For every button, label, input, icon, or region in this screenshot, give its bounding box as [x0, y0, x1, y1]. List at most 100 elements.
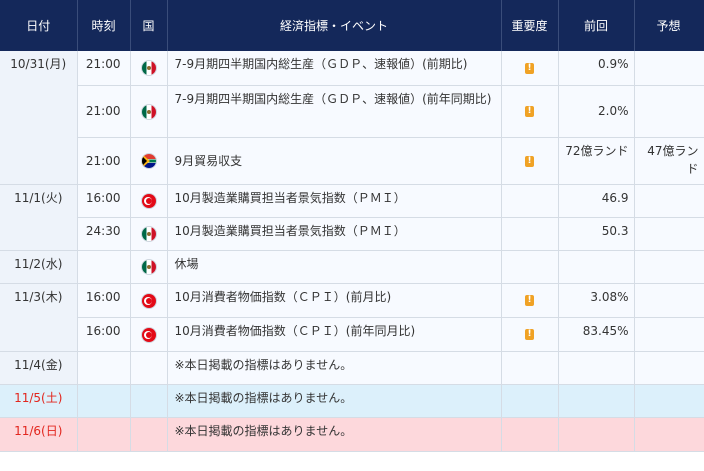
date-cell: 11/4(金) — [0, 351, 78, 385]
importance-icon: ! — [525, 329, 534, 340]
turkey-flag-icon — [141, 194, 156, 208]
economic-calendar-table: 日付 時刻 国 経済指標・イベント 重要度 前回 予想 10/31(月) 21:… — [0, 0, 704, 452]
importance-cell: ! — [501, 137, 559, 185]
south-africa-flag-icon — [141, 154, 156, 168]
time-cell — [77, 384, 131, 418]
time-cell: 21:00 — [77, 51, 131, 86]
importance-cell: ! — [501, 51, 559, 86]
date-cell: 11/1(火) — [0, 184, 78, 251]
previous-cell: 0.9% — [558, 51, 635, 86]
importance-cell — [501, 417, 559, 452]
forecast-cell — [634, 384, 704, 418]
importance-cell: ! — [501, 317, 559, 352]
header-time: 時刻 — [77, 0, 131, 51]
previous-cell: 46.9 — [558, 184, 635, 218]
date-cell: 11/5(土) — [0, 384, 78, 418]
time-cell: 16:00 — [77, 184, 131, 218]
date-cell: 11/6(日) — [0, 417, 78, 452]
forecast-cell — [634, 184, 704, 218]
country-cell — [130, 417, 168, 452]
mexico-flag-icon — [141, 260, 156, 274]
event-cell: 9月貿易収支 — [167, 137, 502, 185]
country-cell — [130, 137, 168, 185]
previous-cell: 50.3 — [558, 217, 635, 251]
importance-cell: ! — [501, 283, 559, 318]
country-cell — [130, 250, 168, 284]
previous-cell — [558, 384, 635, 418]
importance-cell — [501, 217, 559, 251]
time-cell — [77, 250, 131, 284]
forecast-cell — [634, 351, 704, 385]
table-row: 24:30 10月製造業購買担当者景気指数（ＰＭＩ） 50.3 — [0, 217, 704, 251]
date-cell: 11/2(水) — [0, 250, 78, 284]
header-country: 国 — [130, 0, 168, 51]
mexico-flag-icon — [141, 104, 156, 119]
previous-cell: 3.08% — [558, 283, 635, 318]
country-cell — [130, 384, 168, 418]
table-row: 11/2(水) 休場 — [0, 250, 704, 284]
header-importance: 重要度 — [501, 0, 559, 51]
country-cell — [130, 217, 168, 251]
country-cell — [130, 184, 168, 218]
header-previous: 前回 — [558, 0, 635, 51]
forecast-cell — [634, 317, 704, 352]
header-event: 経済指標・イベント — [167, 0, 502, 51]
importance-cell: ! — [501, 85, 559, 138]
table-row: 16:00 10月消費者物価指数（ＣＰＩ）(前年同月比) ! 83.45% — [0, 317, 704, 352]
time-cell: 24:30 — [77, 217, 131, 251]
importance-cell — [501, 250, 559, 284]
turkey-flag-icon — [141, 293, 156, 308]
importance-cell — [501, 351, 559, 385]
header-row: 日付 時刻 国 経済指標・イベント 重要度 前回 予想 — [0, 0, 704, 51]
date-cell: 10/31(月) — [0, 51, 78, 185]
table-row: 11/3(木) 16:00 10月消費者物価指数（ＣＰＩ）(前月比) ! 3.0… — [0, 283, 704, 352]
time-cell — [77, 417, 131, 452]
mexico-flag-icon — [141, 227, 156, 241]
country-cell — [130, 351, 168, 385]
table-row: 11/6(日) ※本日掲載の指標はありません。 — [0, 417, 704, 452]
importance-icon: ! — [525, 106, 534, 117]
previous-cell — [558, 250, 635, 284]
country-cell — [130, 317, 168, 352]
event-cell: 10月消費者物価指数（ＣＰＩ）(前月比) — [167, 283, 502, 318]
table-row: 11/4(金) ※本日掲載の指標はありません。 — [0, 351, 704, 385]
previous-cell — [558, 351, 635, 385]
time-cell — [77, 351, 131, 385]
event-cell: 休場 — [167, 250, 502, 284]
forecast-cell — [634, 417, 704, 452]
event-cell: ※本日掲載の指標はありません。 — [167, 417, 502, 452]
time-cell: 16:00 — [77, 283, 131, 318]
table-row: 21:00 7-9月期四半期国内総生産（ＧＤＰ、速報値）(前年同期比) ! 2.… — [0, 85, 704, 138]
importance-cell — [501, 184, 559, 218]
importance-cell — [501, 384, 559, 418]
time-cell: 21:00 — [77, 137, 131, 185]
table-row: 21:00 9月貿易収支 ! 72億ランド 47億ランド — [0, 137, 704, 185]
importance-icon: ! — [525, 62, 534, 74]
table-row: 11/5(土) ※本日掲載の指標はありません。 — [0, 384, 704, 418]
table-row: 11/1(火) 16:00 10月製造業購買担当者景気指数（ＰＭＩ） 46.9 — [0, 184, 704, 251]
forecast-cell — [634, 51, 704, 86]
event-cell: ※本日掲載の指標はありません。 — [167, 384, 502, 418]
event-cell: 7-9月期四半期国内総生産（ＧＤＰ、速報値）(前期比) — [167, 51, 502, 86]
country-cell — [130, 283, 168, 318]
previous-cell: 72億ランド — [558, 137, 635, 185]
previous-cell: 83.45% — [558, 317, 635, 352]
country-cell — [130, 51, 168, 86]
event-cell: 10月製造業購買担当者景気指数（ＰＭＩ） — [167, 184, 502, 218]
previous-cell: 2.0% — [558, 85, 635, 138]
importance-icon: ! — [525, 295, 534, 306]
table-row: 10/31(月) 21:00 7-9月期四半期国内総生産（ＧＤＰ、速報値）(前期… — [0, 51, 704, 185]
forecast-cell: 47億ランド — [634, 137, 704, 185]
importance-icon: ! — [525, 155, 534, 167]
time-cell: 16:00 — [77, 317, 131, 352]
time-cell: 21:00 — [77, 85, 131, 138]
event-cell: 10月消費者物価指数（ＣＰＩ）(前年同月比) — [167, 317, 502, 352]
header-forecast: 予想 — [634, 0, 704, 51]
event-cell: ※本日掲載の指標はありません。 — [167, 351, 502, 385]
previous-cell — [558, 417, 635, 452]
turkey-flag-icon — [141, 327, 156, 342]
mexico-flag-icon — [141, 61, 156, 76]
event-cell: 10月製造業購買担当者景気指数（ＰＭＩ） — [167, 217, 502, 251]
forecast-cell — [634, 250, 704, 284]
event-cell: 7-9月期四半期国内総生産（ＧＤＰ、速報値）(前年同期比) — [167, 85, 502, 138]
